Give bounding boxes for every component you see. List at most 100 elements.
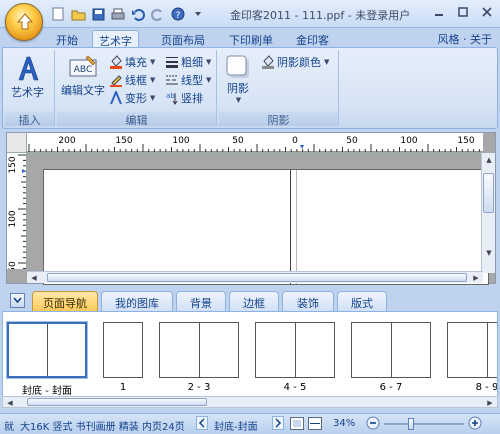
ribbon-tab-row: 开始 艺术字 页面布局 下印刷单 金印客 [0, 28, 500, 48]
minimize-icon[interactable] [432, 5, 446, 19]
page-spread[interactable] [43, 169, 489, 285]
v-ruler-label: 150 [8, 156, 18, 173]
tab-start[interactable]: 开始 [50, 30, 84, 48]
zoom-out-icon[interactable] [366, 416, 380, 433]
insert-group-label: 插入 [5, 112, 54, 127]
art-text-button[interactable]: 艺术字 [11, 54, 44, 100]
shadow-icon [226, 55, 249, 78]
line-weight-dropdown-icon: ▼ [206, 58, 212, 66]
page-thumbnail[interactable] [351, 322, 431, 378]
shadow-button[interactable]: 阴影 ▼ [225, 54, 251, 104]
horizontal-ruler-ticks: 200 150 100 50 0 50 100 150 [27, 136, 483, 152]
shadow-color-button[interactable]: 阴影颜色 ▼ [261, 54, 329, 70]
shadow-color-dropdown-icon: ▼ [324, 58, 330, 66]
document-canvas[interactable]: 200 150 100 50 0 50 100 150 150 100 50 ▲… [6, 132, 496, 285]
app-menu-button[interactable] [5, 3, 43, 41]
open-icon[interactable] [70, 6, 86, 22]
zoom-slider-thumb[interactable] [408, 418, 414, 430]
customize-icon[interactable] [190, 6, 206, 22]
chevron-down-icon [13, 297, 22, 304]
vertical-text-icon: ab [166, 92, 178, 105]
page-thumbnail-label: 封底 - 封面 [22, 386, 72, 397]
thumbnail-scroll-thumb[interactable] [27, 398, 207, 406]
page-thumbnail[interactable] [447, 322, 497, 378]
transform-button[interactable]: 变形 ▼ [109, 90, 155, 106]
tab-jinyinke[interactable]: 金印客 [290, 30, 335, 48]
page-thumbnail-label: 8 - 9 [475, 382, 498, 393]
prev-page-icon[interactable] [196, 416, 208, 433]
line-type-button[interactable]: 线型 ▼ [165, 72, 211, 88]
vertical-text-button[interactable]: ab 竖排 [165, 90, 203, 106]
tab-page-navigation[interactable]: 页面导航 [32, 291, 98, 311]
edit-text-button[interactable]: ABC 编辑文字 [61, 54, 105, 98]
undo-icon[interactable] [130, 6, 146, 22]
tab-my-gallery[interactable]: 我的图库 [101, 291, 173, 311]
h-ruler-label: 200 [58, 136, 75, 146]
transform-label: 变形 [125, 92, 147, 105]
zoom-percent: 34% [333, 418, 356, 429]
fit-width-icon[interactable] [308, 417, 322, 433]
scroll-left-icon[interactable]: ◀ [28, 272, 40, 284]
print-icon[interactable] [110, 6, 126, 22]
shadow-group: 阴影 ▼ 阴影颜色 ▼ 阴影 [219, 50, 339, 127]
ruler-corner [7, 133, 27, 153]
next-page-icon[interactable] [272, 416, 284, 433]
strip-scroll-left-icon[interactable]: ◀ [4, 397, 16, 409]
page-thumbnail[interactable] [6, 321, 88, 379]
tab-decoration[interactable]: 装饰 [282, 291, 334, 311]
scroll-up-icon[interactable]: ▲ [483, 154, 495, 166]
shadow-label: 阴影 [227, 82, 249, 95]
v-ruler-marker-icon[interactable] [22, 169, 26, 173]
page-thumbnail[interactable] [159, 322, 239, 378]
fill-button[interactable]: 填充 ▼ [109, 54, 155, 70]
page-thumbnail-label: 2 - 3 [187, 382, 211, 393]
zoom-in-icon[interactable] [468, 416, 482, 433]
horizontal-scrollbar[interactable]: ◀ ▶ [27, 271, 483, 283]
tab-border[interactable]: 边框 [229, 291, 279, 311]
tab-layout[interactable]: 版式 [337, 291, 387, 311]
new-icon[interactable] [50, 6, 66, 22]
line-type-dropdown-icon: ▼ [206, 76, 212, 84]
panel-tab-row: 页面导航 我的图库 背景 边框 装饰 版式 [6, 291, 496, 311]
fill-bucket-icon [110, 55, 122, 69]
fill-dropdown-icon: ▼ [150, 58, 156, 66]
thumbnail-scrollbar[interactable]: ◀ ▶ [2, 396, 498, 408]
line-type-label: 线型 [181, 74, 203, 87]
v-ruler-label: 50 [8, 261, 18, 269]
style-about-menu[interactable]: 风格 · 关于 [438, 31, 493, 47]
close-icon[interactable] [480, 5, 494, 19]
vertical-scrollbar[interactable]: ▲ ▼ [481, 153, 495, 273]
border-label: 线框 [125, 74, 147, 87]
svg-text:ABC: ABC [74, 65, 92, 75]
border-pen-icon [110, 75, 122, 87]
h-ruler-label: 100 [400, 136, 417, 146]
horizontal-scroll-thumb[interactable] [47, 273, 467, 282]
panel-collapse-button[interactable] [10, 293, 25, 308]
line-weight-button[interactable]: 粗细 ▼ [165, 54, 211, 70]
vertical-scroll-thumb[interactable] [483, 173, 494, 213]
help-icon[interactable]: ? [170, 6, 186, 22]
app-logo-icon [16, 13, 34, 30]
shadow-dropdown-icon: ▼ [235, 96, 242, 104]
vertical-text-label: 竖排 [181, 92, 203, 105]
tab-page-layout[interactable]: 页面布局 [155, 30, 211, 48]
redo-icon[interactable] [150, 6, 166, 22]
maximize-icon[interactable] [456, 5, 470, 19]
ruler-marker-icon[interactable] [300, 145, 304, 149]
tab-art-text[interactable]: 艺术字 [92, 30, 139, 48]
scroll-down-icon[interactable]: ▼ [483, 247, 495, 259]
save-icon[interactable] [90, 6, 106, 22]
fill-label: 填充 [125, 56, 147, 69]
page-thumbnail[interactable] [255, 322, 335, 378]
border-button[interactable]: 线框 ▼ [109, 72, 155, 88]
page-thumbnail[interactable] [103, 322, 143, 378]
strip-scroll-right-icon[interactable]: ▶ [484, 397, 496, 409]
shadow-color-icon [262, 55, 274, 69]
insert-group: 艺术字 插入 [5, 50, 55, 127]
tab-background[interactable]: 背景 [176, 291, 226, 311]
current-page-label: 封底-封面 [214, 422, 258, 433]
zoom-slider-track[interactable] [384, 423, 464, 425]
fit-page-icon[interactable] [290, 417, 304, 433]
tab-print-order[interactable]: 下印刷单 [223, 30, 279, 48]
scroll-right-icon[interactable]: ▶ [470, 272, 482, 284]
